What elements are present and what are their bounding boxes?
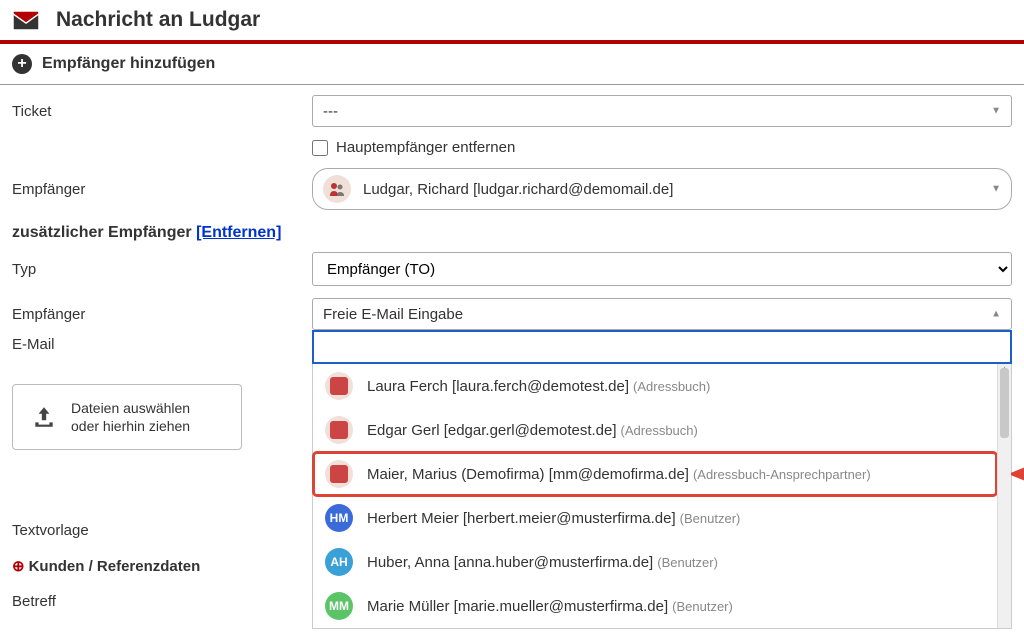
recipient-label: Empfänger [12,181,312,198]
additional-recipient-header: zusätzlicher Empfänger [Entfernen] [12,224,1012,242]
expand-icon: ⊕ [12,558,25,575]
plus-icon: + [12,54,32,74]
add-recipient-label: Empfänger hinzufügen [42,55,215,73]
kunden-section-toggle[interactable]: ⊕Kunden / Referenzdaten [12,557,1012,575]
chevron-up-icon [991,309,1001,320]
add-recipient-bar[interactable]: + Empfänger hinzufügen [0,44,1024,85]
page-header: Nachricht an Ludgar [0,0,1024,44]
mail-icon [12,10,40,30]
ticket-label: Ticket [12,103,312,120]
textvorlage-label: Textvorlage [12,522,1012,539]
type-select[interactable]: Empfänger (TO) [312,252,1012,286]
chevron-down-icon [991,106,1001,117]
upload-text: Dateien auswählen oder hierhin ziehen [71,399,190,435]
page-title: Nachricht an Ludgar [56,8,260,32]
chevron-down-icon [991,184,1001,195]
file-upload-dropzone[interactable]: Dateien auswählen oder hierhin ziehen [12,384,242,450]
ticket-select[interactable]: --- [312,95,1012,127]
people-icon [323,175,351,203]
type-label: Typ [12,261,312,278]
email-input[interactable] [312,330,1012,364]
remove-main-recipient-checkbox[interactable] [312,140,328,156]
betreff-label: Betreff [12,593,1012,610]
recipient2-label: Empfänger [12,306,312,323]
email-label: E-Mail [12,330,312,353]
remove-link[interactable]: [Entfernen] [196,224,281,241]
recipient2-value: Freie E-Mail Eingabe [323,306,463,323]
remove-main-recipient-label: Hauptempfänger entfernen [336,139,515,156]
recipient-value: Ludgar, Richard [ludgar.richard@demomail… [363,181,673,198]
upload-icon [31,404,57,430]
ticket-value: --- [323,103,338,120]
recipient2-select[interactable]: Freie E-Mail Eingabe [312,298,1012,330]
recipient-select[interactable]: Ludgar, Richard [ludgar.richard@demomail… [312,168,1012,210]
